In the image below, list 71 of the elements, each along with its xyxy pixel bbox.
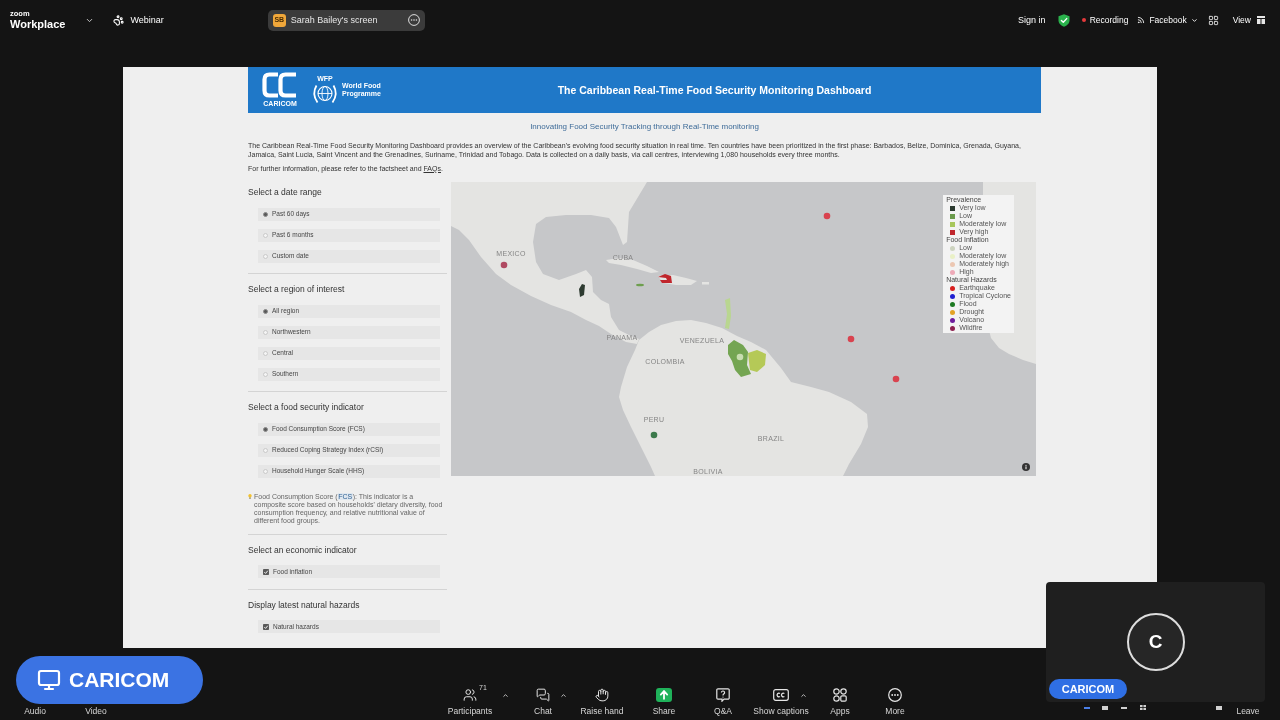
shield-check-icon[interactable] [1057,13,1070,27]
paw-icon [113,14,125,26]
filter-heading: Select a date range [248,186,323,198]
logo-text: Workplace [10,18,66,30]
filter-heading: Select an economic indicator [248,543,358,556]
country-shape[interactable] [579,284,585,297]
apps-button[interactable]: Apps [830,688,850,716]
radio-icon[interactable] [263,350,268,356]
view-button[interactable]: View [1232,14,1265,26]
question-bubble-icon [716,688,730,702]
presenter-name: CARICOM [69,668,170,692]
apps-icon [833,688,847,702]
radio-icon[interactable] [263,253,268,259]
leave-button[interactable]: Leave [1236,706,1260,716]
radio-icon[interactable] [263,468,268,474]
lightbulb-icon [248,494,252,499]
radio-icon[interactable] [263,371,268,377]
radio-icon[interactable] [263,329,268,335]
share-arrow-icon [656,688,672,702]
radio-icon[interactable] [263,426,268,432]
caret-up-icon[interactable] [502,692,509,699]
q-and-a-button[interactable]: Q&A [714,688,732,716]
caret-up-icon[interactable] [560,692,567,699]
map-marker-icon[interactable] [847,335,855,343]
banner-label: Sarah Bailey's screen [290,14,378,26]
info-icon[interactable] [1022,463,1030,471]
captions-button[interactable]: Show captions [753,688,809,716]
recording-button[interactable]: Recording [1081,14,1129,26]
people-icon [463,688,477,702]
radio-icon[interactable] [263,211,268,217]
radio-icon[interactable] [263,447,268,453]
avatar: C [1126,613,1185,671]
radio-icon[interactable] [263,308,268,314]
map-marker-icon[interactable] [892,375,900,383]
webinar-button[interactable]: Webinar [113,14,164,26]
checkbox-checked-icon[interactable] [263,568,269,575]
filter-heading: Select a food security indicator [248,401,365,413]
participant-name-tag: CARICOM [1049,679,1127,699]
map-marker-icon[interactable] [500,261,508,269]
country-shape[interactable] [658,274,672,283]
filter-heading: Display latest natural hazards [248,598,361,611]
grid-icon [1257,16,1265,24]
monitor-icon [37,668,61,692]
more-options-icon[interactable] [407,14,420,26]
dashboard-subtitle: Innovating Food Security Tracking through Real-Time monitoring [529,122,760,132]
map-marker-icon[interactable] [823,212,831,220]
more-button[interactable]: More [885,688,905,716]
logo-icon [262,72,298,98]
grid-icon[interactable] [1207,14,1219,26]
map-marker-icon[interactable] [650,431,658,439]
sign-in-button[interactable]: Sign in [1018,14,1046,26]
captions-icon [773,688,789,702]
island-shape [606,258,659,273]
filter-heading: Select a region of interest [248,283,346,295]
chat-bubbles-icon [536,688,550,702]
chevron-down-icon [1190,16,1198,24]
more-icon [888,688,902,702]
livestream-button[interactable]: Facebook [1137,14,1198,26]
checkbox-checked-icon[interactable] [263,623,269,630]
chat-button[interactable]: Chat [534,688,552,716]
hand-icon [595,688,609,702]
share-button[interactable]: Share [652,688,676,716]
audio-button[interactable]: Audio [24,706,46,716]
grid-icon[interactable] [1140,705,1146,710]
caret-up-icon[interactable] [800,692,807,699]
dashboard-title: The Caribbean Real-Time Food Security Monitoring Dashboard [556,83,873,97]
raise-hand-button[interactable]: Raise hand [580,688,624,716]
radio-icon[interactable] [263,232,268,238]
video-button[interactable]: Video [85,706,107,716]
broadcast-icon [1137,16,1146,24]
map-marker-icon[interactable] [736,353,744,361]
